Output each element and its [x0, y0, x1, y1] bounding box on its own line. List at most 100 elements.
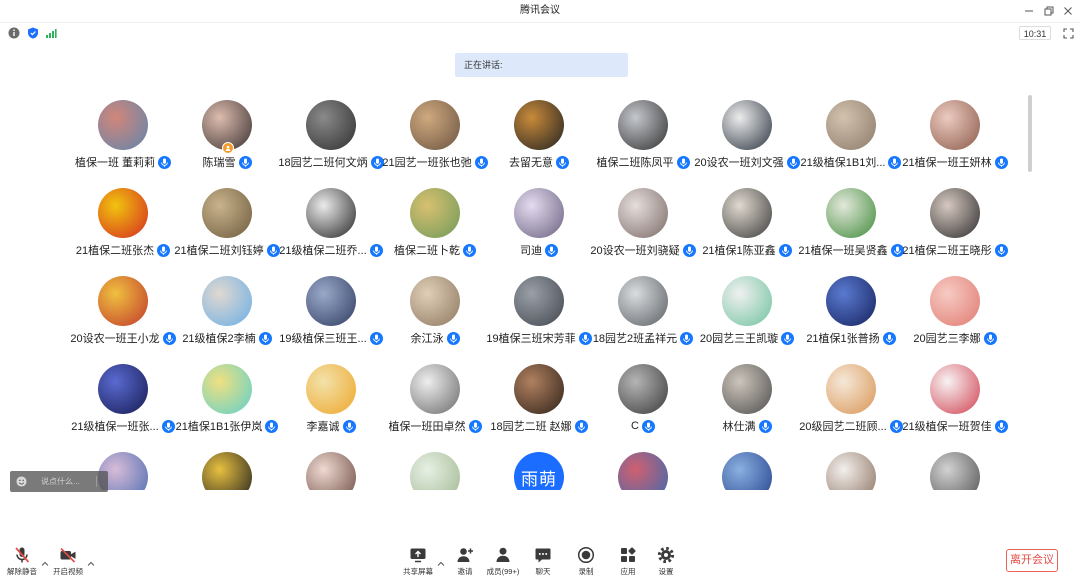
participant-tile[interactable]: 21园艺一班张也弛: [382, 95, 488, 183]
mic-on-icon: [238, 155, 252, 169]
participant-mic-indicator: [556, 155, 569, 169]
participant-tile[interactable]: 去留无意: [487, 95, 591, 183]
participant-tile[interactable]: 余江泳: [383, 271, 487, 359]
settings-button[interactable]: 设置: [646, 546, 686, 578]
encryption-button[interactable]: [26, 26, 40, 40]
start-video-button[interactable]: 开启视频: [48, 546, 88, 578]
participant-tile[interactable]: 植保一班 董莉莉: [71, 95, 175, 183]
leave-meeting-button[interactable]: 离开会议: [1006, 549, 1058, 572]
meeting-time: 10:31: [1019, 26, 1051, 40]
participant-mic-indicator: [983, 331, 997, 345]
avatar: [826, 100, 876, 150]
participant-tile[interactable]: 21植保一班王妍林: [902, 95, 1008, 183]
share-screen-button[interactable]: 共享屏幕: [398, 546, 438, 578]
avatar: [930, 188, 980, 238]
participant-tile[interactable]: 植保一班田卓然: [383, 359, 487, 447]
participant-name: 20设农一班王小龙: [70, 333, 160, 345]
restore-button[interactable]: [1043, 5, 1055, 17]
participant-tile[interactable]: 21级植保2李楠: [175, 271, 279, 359]
fullscreen-button[interactable]: [1061, 26, 1075, 40]
participant-name: 植保二班卜乾: [394, 245, 460, 257]
participant-tile[interactable]: 21植保1陈亚鑫: [695, 183, 799, 271]
participant-tile[interactable]: 20级园艺二班顾...: [799, 359, 903, 447]
avatar: [514, 364, 564, 414]
grid-scrollbar[interactable]: [1028, 95, 1032, 172]
unmute-button[interactable]: 解除静音: [2, 546, 42, 578]
participant-name: 21植保一班王妍林: [902, 157, 992, 169]
participant-grid: 植保一班 董莉莉 陈瑞雪 18园艺二班何文炳 21园艺一班张也弛 去留无意 植保二班陈凤平…: [0, 95, 1024, 490]
participant-tile[interactable]: 18园艺二班 赵娜: [487, 359, 591, 447]
participant-tile[interactable]: 19植保三班宋芳菲: [486, 271, 592, 359]
participant-tile[interactable]: 21植保二班王晓彤: [902, 183, 1008, 271]
participant-tile[interactable]: [591, 447, 695, 490]
participant-name: 李嘉诚: [306, 421, 340, 433]
participant-label: 21植保一班王妍林: [893, 155, 1017, 169]
participant-tile[interactable]: 林仕满: [695, 359, 799, 447]
network-status-button[interactable]: [44, 26, 58, 40]
avatar: 雨萌: [514, 452, 564, 490]
avatar: [202, 276, 252, 326]
participant-tile[interactable]: 21级植保1B1刘...: [799, 95, 903, 183]
participant-tile[interactable]: 21级植保二班乔...: [279, 183, 383, 271]
emoji-icon[interactable]: [16, 476, 27, 487]
participant-tile[interactable]: 19级植保三班王...: [279, 271, 383, 359]
participant-tile[interactable]: 20园艺三王凯璇: [695, 271, 799, 359]
participant-tile[interactable]: 司迪: [487, 183, 591, 271]
video-options-button[interactable]: [87, 555, 95, 566]
participant-tile[interactable]: 18园艺二班何文炳: [278, 95, 384, 183]
meeting-info-button[interactable]: [7, 26, 21, 40]
chat-button[interactable]: 聊天: [523, 546, 563, 578]
record-icon: [577, 546, 595, 564]
participant-tile[interactable]: 植保二班卜乾: [383, 183, 487, 271]
chat-input-placeholder[interactable]: 说点什么...: [41, 471, 80, 492]
mic-on-icon: [545, 243, 558, 257]
apps-grid-icon: [621, 547, 636, 562]
participant-tile[interactable]: [799, 447, 903, 490]
participant-mic-indicator: [545, 243, 558, 257]
avatar: [514, 276, 564, 326]
avatar: [202, 188, 252, 238]
participant-tile[interactable]: 21级植保一班张...: [71, 359, 175, 447]
participant-name: 去留无意: [509, 157, 553, 169]
chat-input-bar[interactable]: 说点什么...: [10, 471, 108, 492]
participant-tile[interactable]: 18园艺2班孟祥元: [591, 271, 695, 359]
participant-tile[interactable]: 20园艺三李娜: [903, 271, 1007, 359]
participant-tile[interactable]: 21植保1张普扬: [799, 271, 903, 359]
participant-tile[interactable]: 陈瑞雪: [175, 95, 279, 183]
participant-tile[interactable]: 李嘉诚: [279, 359, 383, 447]
participant-tile[interactable]: 21级植保一班贺佳: [902, 359, 1008, 447]
participant-tile[interactable]: 20设农一班刘文强: [694, 95, 800, 183]
avatar: [98, 276, 148, 326]
close-button[interactable]: [1062, 5, 1074, 17]
record-button[interactable]: 录制: [566, 546, 606, 578]
participant-tile[interactable]: [383, 447, 487, 490]
participant-name: 21园艺一班张也弛: [382, 157, 472, 169]
close-icon: [1064, 7, 1072, 15]
window-title: 腾讯会议: [520, 5, 560, 16]
participant-tile[interactable]: 21植保二班刘钰婷: [174, 183, 280, 271]
participant-tile[interactable]: 21植保1B1张伊岚: [175, 359, 279, 447]
avatar: [618, 364, 668, 414]
participant-tile[interactable]: [903, 447, 1007, 490]
minimize-button[interactable]: [1023, 5, 1035, 17]
avatar: [930, 100, 980, 150]
participant-tile[interactable]: 雨萌: [487, 447, 591, 490]
participant-name: 21级植保一班贺佳: [902, 421, 992, 433]
participant-mic-indicator: [994, 419, 1008, 433]
avatar: [306, 452, 356, 490]
avatar: [722, 452, 772, 490]
share-options-button[interactable]: [437, 555, 445, 566]
participant-tile[interactable]: C: [591, 359, 695, 447]
participant-tile[interactable]: 21植保二班张杰: [71, 183, 175, 271]
participant-tile[interactable]: 植保二班陈凤平: [591, 95, 695, 183]
participant-tile[interactable]: 20设农一班刘骁疑: [590, 183, 696, 271]
participant-tile[interactable]: [175, 447, 279, 490]
participant-tile[interactable]: 21植保一班吴贤鑫: [798, 183, 904, 271]
participant-name: 21植保二班张杰: [75, 245, 155, 257]
share-screen-icon: [410, 548, 426, 563]
participant-mic-indicator: [641, 419, 655, 433]
avatar: [514, 100, 564, 150]
participant-tile[interactable]: [695, 447, 799, 490]
participant-tile[interactable]: 20设农一班王小龙: [70, 271, 176, 359]
participant-tile[interactable]: [279, 447, 383, 490]
